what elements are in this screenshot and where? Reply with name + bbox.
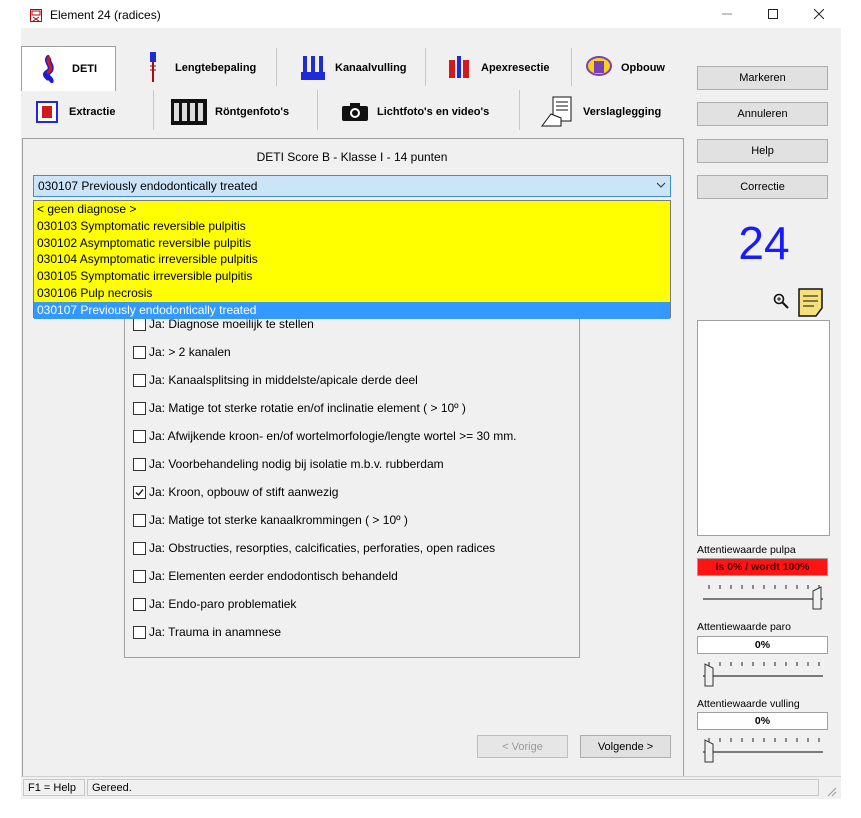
- tab-label: DETI: [72, 63, 98, 75]
- tab-apexresectie[interactable]: Apexresectie: [437, 46, 567, 90]
- note-icon[interactable]: [796, 286, 828, 318]
- notes-listbox[interactable]: [697, 320, 830, 536]
- markeren-button[interactable]: Markeren: [697, 66, 828, 90]
- checkbox[interactable]: [133, 345, 146, 359]
- help-button[interactable]: Help: [697, 139, 828, 163]
- checkbox-row[interactable]: Ja: > 2 kanalen: [133, 342, 231, 362]
- maximize-icon: [768, 9, 778, 19]
- xray-icon: [171, 97, 207, 127]
- tab-extractie[interactable]: Extractie: [33, 90, 151, 134]
- attention-vulling-label: Attentiewaarde vulling: [697, 698, 800, 710]
- dropdown-option[interactable]: 030106 Pulp necrosis: [34, 285, 670, 302]
- dropdown-option-selected[interactable]: 030107 Previously endodontically treated: [34, 301, 670, 319]
- attention-paro-slider[interactable]: [701, 658, 825, 688]
- checkbox-row[interactable]: Ja: Afwijkende kroon- en/of wortelmorfol…: [133, 426, 517, 446]
- checkbox-row[interactable]: Ja: Obstructies, resorpties, calcificati…: [133, 538, 495, 558]
- checkbox[interactable]: [133, 317, 146, 331]
- checkbox[interactable]: [133, 597, 146, 611]
- attention-paro-value: 0%: [697, 636, 828, 654]
- tab-rontgenfotos[interactable]: Röntgenfoto's: [171, 90, 311, 134]
- checkbox-row[interactable]: Ja: Voorbehandeling nodig bij isolatie m…: [133, 454, 444, 474]
- resize-grip-icon[interactable]: [825, 785, 837, 797]
- attention-paro-label: Attentiewaarde paro: [697, 621, 791, 633]
- camera-icon: [341, 97, 369, 127]
- correctie-button[interactable]: Correctie: [697, 175, 828, 199]
- close-button[interactable]: [796, 0, 842, 28]
- previous-button[interactable]: < Vorige: [477, 735, 568, 758]
- zoom-icon[interactable]: [773, 293, 789, 309]
- attention-pulpa-slider[interactable]: [701, 581, 825, 611]
- diagnosis-selected: 030107 Previously endodontically treated: [38, 179, 258, 193]
- tab-opbouw[interactable]: Opbouw: [581, 46, 691, 90]
- checkbox[interactable]: [133, 625, 146, 639]
- tab-label: Verslaglegging: [583, 106, 662, 118]
- checkbox[interactable]: [133, 541, 146, 555]
- dropdown-option[interactable]: 030105 Symptomatic irreversible pulpitis: [34, 268, 670, 285]
- close-icon: [814, 9, 824, 19]
- checkbox[interactable]: [133, 569, 146, 583]
- dropdown-option[interactable]: 030104 Asymptomatic irreversible pulpiti…: [34, 251, 670, 268]
- file-instrument-icon: [139, 52, 167, 83]
- status-message: Gereed.: [87, 779, 819, 796]
- checkbox-row[interactable]: Ja: Endo-paro problematiek: [133, 594, 296, 614]
- tab-lengtebepaling[interactable]: Lengtebepaling: [131, 46, 271, 90]
- minimize-button[interactable]: [704, 0, 750, 28]
- tab-deti[interactable]: DETI: [21, 46, 116, 91]
- title-bar: Element 24 (radices): [0, 0, 861, 28]
- minimize-icon: [722, 13, 732, 15]
- checkbox[interactable]: [133, 429, 146, 443]
- checkbox-row[interactable]: Ja: Kroon, opbouw of stift aanwezig: [133, 482, 338, 502]
- checkbox-row[interactable]: Ja: Kanaalsplitsing in middelste/apicale…: [133, 370, 418, 390]
- checkmark-icon: [135, 488, 144, 496]
- tab-label: Opbouw: [621, 62, 665, 74]
- checkbox[interactable]: [133, 401, 146, 415]
- diagnosis-dropdown-list: < geen diagnose > 030103 Symptomatic rev…: [33, 200, 671, 319]
- checkbox-row[interactable]: Ja: Matige tot sterke rotatie en/of incl…: [133, 398, 466, 418]
- status-bar: F1 = Help Gereed.: [21, 776, 841, 799]
- dropdown-option[interactable]: 030102 Asymptomatic reversible pulpitis: [34, 235, 670, 252]
- window-title: Element 24 (radices): [50, 8, 161, 22]
- client-area: DETI Lengtebepaling Kanaalvulling Apexre…: [21, 28, 841, 798]
- score-title: DETI Score B - Klasse I - 14 punten: [256, 150, 448, 164]
- attention-pulpa-label: Attentiewaarde pulpa: [697, 544, 796, 556]
- checkbox-row[interactable]: Ja: Elementen eerder endodontisch behand…: [133, 566, 398, 586]
- canal-filling-icon: [299, 53, 327, 83]
- report-icon: [541, 96, 575, 127]
- element-number: 24: [738, 217, 790, 269]
- checkbox[interactable]: [133, 373, 146, 387]
- buildup-icon: [585, 53, 613, 83]
- next-button[interactable]: Volgende >: [580, 735, 671, 758]
- tab-verslaglegging[interactable]: Verslaglegging: [541, 90, 681, 134]
- chevron-down-icon: [656, 182, 666, 188]
- tooth-marker-icon: [36, 54, 64, 84]
- status-help: F1 = Help: [23, 779, 85, 796]
- tab-label: Apexresectie: [481, 62, 550, 74]
- checkbox[interactable]: [133, 513, 146, 527]
- checkbox[interactable]: [133, 457, 146, 471]
- tab-label: Kanaalvulling: [335, 62, 407, 74]
- annuleren-button[interactable]: Annuleren: [697, 102, 828, 126]
- dropdown-option[interactable]: < geen diagnose >: [34, 201, 670, 218]
- dropdown-option[interactable]: 030103 Symptomatic reversible pulpitis: [34, 218, 670, 235]
- diagnosis-combobox[interactable]: 030107 Previously endodontically treated: [33, 175, 671, 197]
- checkbox-row[interactable]: Ja: Trauma in anamnese: [133, 622, 281, 642]
- extraction-icon: [33, 97, 61, 127]
- tab-lichtfotos[interactable]: Lichtfoto's en video's: [341, 90, 521, 134]
- tab-label: Lengtebepaling: [175, 62, 257, 74]
- tab-kanaalvulling[interactable]: Kanaalvulling: [291, 46, 421, 90]
- attention-vulling-slider[interactable]: [701, 734, 825, 764]
- checkbox-row[interactable]: Ja: Matige tot sterke kanaalkrommingen (…: [133, 510, 408, 530]
- checkbox-checked[interactable]: [133, 485, 146, 499]
- attention-pulpa-value: Is 0% / wordt 100%: [697, 558, 828, 576]
- attention-vulling-value: 0%: [697, 712, 828, 730]
- maximize-button[interactable]: [750, 0, 796, 28]
- tab-label: Extractie: [69, 106, 116, 118]
- app-icon: [30, 9, 42, 22]
- app-window: Element 24 (radices) DETI Lengtebepaling: [0, 0, 861, 818]
- apex-resection-icon: [445, 53, 473, 83]
- tab-label: Lichtfoto's en video's: [377, 106, 490, 118]
- tab-label: Röntgenfoto's: [215, 106, 290, 118]
